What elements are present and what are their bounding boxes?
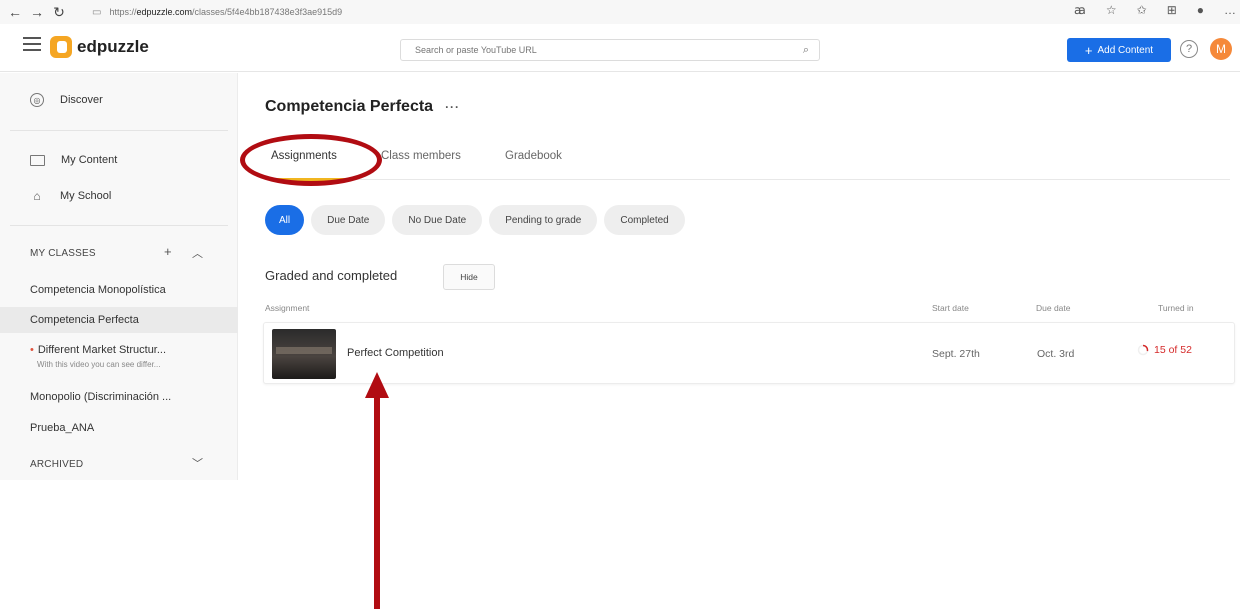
- column-header-start-date: Start date: [932, 303, 969, 313]
- folder-icon: [30, 154, 45, 166]
- chevron-down-icon[interactable]: ﹀: [192, 455, 203, 471]
- tab-bar: Assignments Class members Gradebook: [265, 150, 1230, 181]
- search-bar[interactable]: ⌕: [400, 39, 820, 61]
- back-icon[interactable]: ←: [4, 4, 26, 20]
- class-item[interactable]: Competencia Monopolística: [0, 277, 238, 303]
- class-sub-description: With this video you can see differ...: [37, 360, 161, 369]
- sidebar-item-my-content[interactable]: My Content: [0, 154, 238, 166]
- class-item[interactable]: Prueba_ANA: [0, 415, 238, 441]
- class-title: Competencia Perfecta: [265, 98, 434, 115]
- video-thumbnail[interactable]: [272, 329, 336, 379]
- filter-completed[interactable]: Completed: [604, 205, 685, 235]
- column-header-turned-in: Turned in: [1158, 303, 1194, 313]
- profile-icon[interactable]: ●: [1197, 3, 1204, 17]
- filter-chips: All Due Date No Due Date Pending to grad…: [265, 205, 685, 235]
- tab-gradebook[interactable]: Gradebook: [505, 150, 562, 162]
- logo[interactable]: edpuzzle: [50, 36, 149, 58]
- address-bar[interactable]: ▭ https://edpuzzle.com/classes/5f4e4bb18…: [92, 7, 342, 18]
- browser-toolbar: ← → ↻ ▭ https://edpuzzle.com/classes/5f4…: [0, 0, 1240, 24]
- due-date: Oct. 3rd: [1037, 348, 1075, 360]
- class-item-active[interactable]: Competencia Perfecta: [0, 307, 238, 333]
- class-sub-item[interactable]: • Different Market Structur... With this …: [30, 344, 166, 369]
- more-icon[interactable]: …: [1224, 3, 1236, 17]
- app-header: edpuzzle ⌕ + Add Content ? M: [0, 24, 1240, 72]
- add-content-button[interactable]: + Add Content: [1067, 38, 1171, 62]
- refresh-icon[interactable]: ↻: [48, 4, 70, 21]
- sidebar-item-label: My Content: [61, 154, 118, 166]
- add-content-label: Add Content: [1097, 44, 1154, 56]
- column-header-assignment: Assignment: [265, 303, 310, 313]
- filter-no-due-date[interactable]: No Due Date: [392, 205, 483, 235]
- archived-heading[interactable]: ARCHIVED: [30, 459, 83, 470]
- annotation-arrow: [365, 372, 389, 609]
- sidebar: ◎ Discover My Content ⌂ My School MY CLA…: [0, 73, 238, 480]
- filter-due-date[interactable]: Due Date: [311, 205, 386, 235]
- compass-icon: ◎: [30, 93, 44, 107]
- more-options-icon[interactable]: ···: [445, 100, 460, 114]
- plus-icon: +: [1084, 42, 1093, 58]
- menu-icon[interactable]: [23, 37, 41, 51]
- lock-icon: ▭: [92, 6, 102, 18]
- turned-in[interactable]: 15 of 52: [1137, 344, 1192, 356]
- sidebar-item-my-school[interactable]: ⌂ My School: [0, 189, 238, 203]
- logo-text: edpuzzle: [77, 37, 149, 56]
- favorites-bar-icon[interactable]: ✩: [1137, 3, 1147, 17]
- annotation-ellipse: [240, 134, 382, 186]
- url-domain: edpuzzle.com: [136, 7, 192, 17]
- filter-pending-to-grade[interactable]: Pending to grade: [489, 205, 598, 235]
- forward-icon[interactable]: →: [26, 4, 48, 20]
- sidebar-item-label: My School: [60, 190, 112, 202]
- column-header-due-date: Due date: [1036, 303, 1071, 313]
- tab-class-members[interactable]: Class members: [381, 150, 461, 162]
- filter-all[interactable]: All: [265, 205, 305, 235]
- assignment-title[interactable]: Perfect Competition: [347, 347, 444, 359]
- start-date: Sept. 27th: [932, 348, 980, 360]
- assignment-row[interactable]: Perfect Competition Sept. 27th Oct. 3rd …: [263, 322, 1235, 384]
- sidebar-item-label: Discover: [60, 94, 103, 106]
- puzzle-logo-icon: [50, 36, 72, 58]
- section-title: Graded and completed: [265, 268, 398, 283]
- url-path: /classes/5f4e4bb187438e3f3ae915d9: [192, 7, 343, 17]
- school-icon: ⌂: [33, 189, 41, 203]
- chevron-up-icon[interactable]: ︿: [192, 245, 203, 261]
- add-class-icon[interactable]: +: [164, 244, 172, 259]
- class-item[interactable]: Monopolio (Discriminación ...: [0, 384, 238, 410]
- sidebar-item-discover[interactable]: ◎ Discover: [0, 93, 238, 107]
- divider: [10, 225, 228, 226]
- avatar[interactable]: M: [1210, 38, 1232, 60]
- search-input[interactable]: [401, 40, 793, 60]
- bullet-icon: •: [30, 344, 34, 356]
- progress-ring-icon: [1137, 344, 1149, 356]
- divider: [10, 130, 228, 131]
- class-sub-title: Different Market Structur...: [37, 344, 167, 356]
- collections-icon[interactable]: ⊞: [1167, 3, 1177, 17]
- help-icon[interactable]: ?: [1180, 40, 1198, 58]
- url-prefix: https://: [109, 7, 137, 17]
- turned-in-count: 15 of 52: [1154, 344, 1192, 356]
- read-aloud-icon[interactable]: ꜳ: [1074, 3, 1086, 17]
- hide-button[interactable]: Hide: [443, 264, 495, 290]
- my-classes-heading: MY CLASSES: [30, 248, 96, 259]
- favorite-icon[interactable]: ☆: [1106, 3, 1117, 17]
- page-title: Competencia Perfecta ···: [265, 98, 460, 116]
- search-icon[interactable]: ⌕: [793, 44, 819, 57]
